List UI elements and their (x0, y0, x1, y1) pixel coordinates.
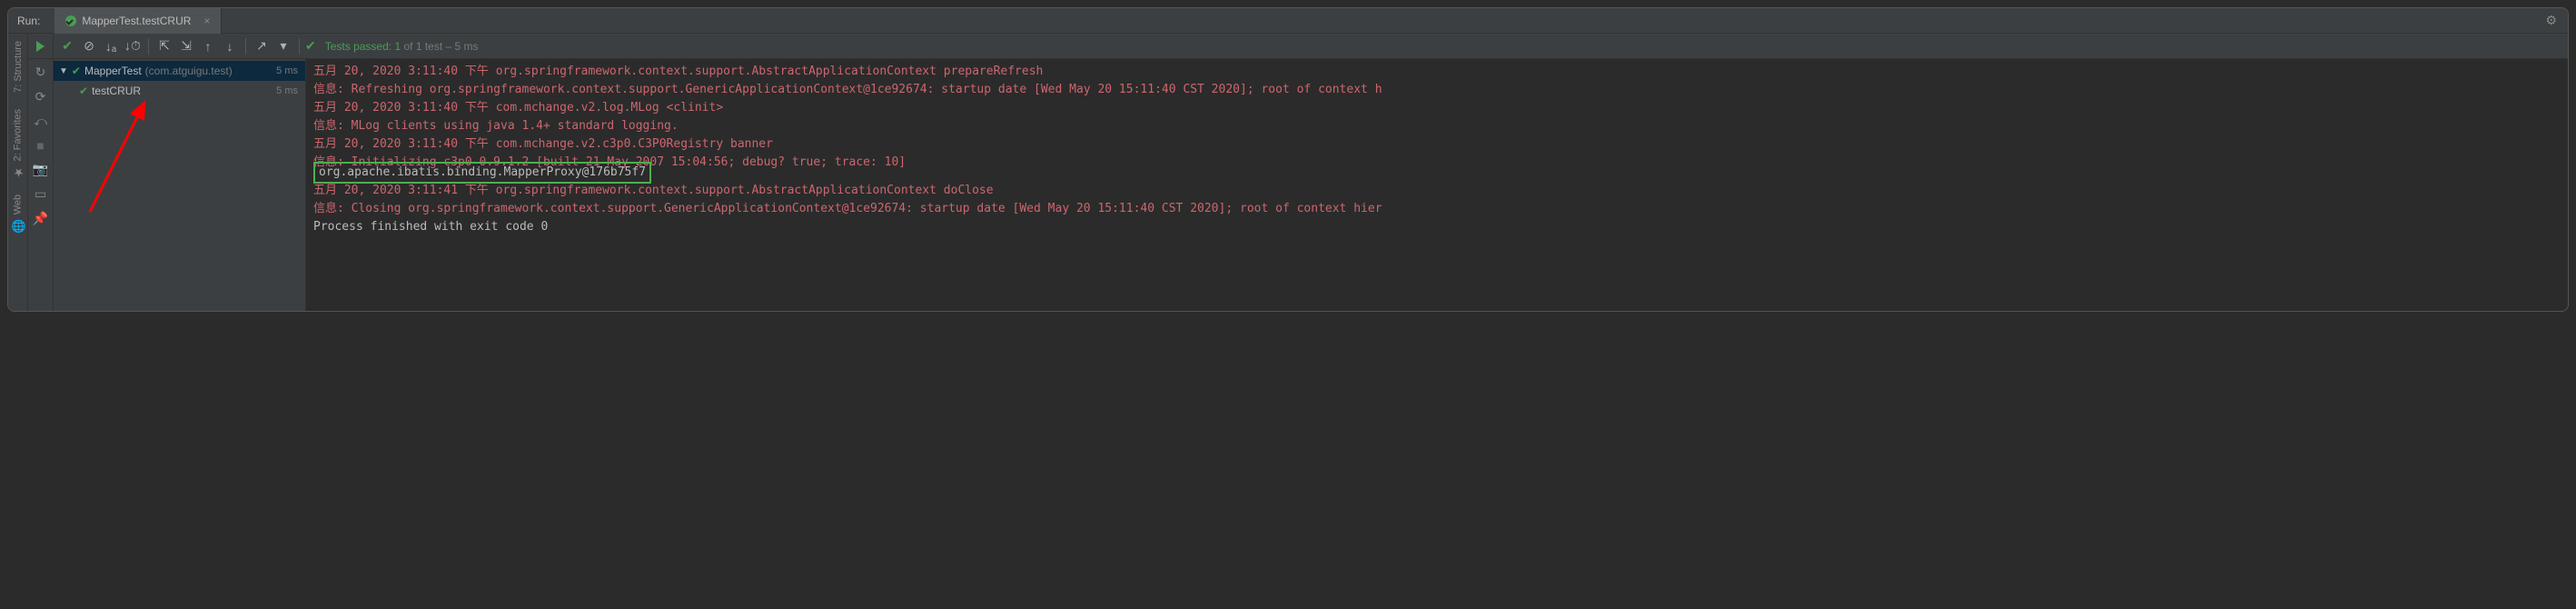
console-line: 五月 20, 2020 3:11:40 下午 org.springframewo… (313, 63, 2561, 81)
toolbar-buttons: ✔ ⊘ ↓ₐ ↓⏱ ⇱ ⇲ ↑ ↓ ↗ ▾ ✔ Tests passed: (54, 36, 482, 56)
run-controls: ↻ ⟳ ⤺ ■ 📷 ▭ 📌 (28, 59, 54, 311)
console-line: 五月 20, 2020 3:11:40 下午 com.mchange.v2.c3… (313, 135, 2561, 154)
prev-failed-button[interactable]: ↑ (198, 36, 218, 56)
sidebar-web[interactable]: 🌐 Web (11, 195, 25, 233)
separator (245, 38, 246, 55)
content-area: ✔ ⊘ ↓ₐ ↓⏱ ⇱ ⇲ ↑ ↓ ↗ ▾ ✔ Tests passed: (28, 34, 2568, 311)
filter-ignored-button[interactable]: ⊘ (79, 36, 99, 56)
star-icon: ★ (11, 165, 25, 178)
rerun-icon[interactable]: ↻ (35, 65, 46, 80)
sort-duration-button[interactable]: ↓⏱ (123, 36, 143, 56)
status-check-icon: ✔ (305, 38, 316, 54)
gear-icon[interactable]: ⚙ (2545, 13, 2557, 28)
dump-icon[interactable]: 📷 (33, 162, 48, 177)
collapse-all-button[interactable]: ⇲ (176, 36, 196, 56)
sidebar-structure[interactable]: 7: Structure (13, 41, 24, 93)
highlighted-output: org.apache.ibatis.binding.MapperProxy@17… (313, 162, 651, 184)
run-panel: Run: MapperTest.testCRUR × ⚙ 7: Structur… (7, 7, 2569, 312)
console-line: Process finished with exit code 0 (313, 218, 2561, 236)
run-tab[interactable]: MapperTest.testCRUR × (54, 8, 222, 34)
expand-all-button[interactable]: ⇱ (154, 36, 174, 56)
test-tree[interactable]: ▼ ✔ MapperTest (com.atguigu.test) 5 ms ✔… (54, 59, 306, 311)
run-label: Run: (17, 15, 40, 27)
export-button[interactable]: ↗ (252, 36, 272, 56)
play-icon (36, 41, 45, 52)
tree-child-row[interactable]: ✔ testCRUR 5 ms (54, 81, 305, 101)
pin-icon[interactable]: 📌 (33, 211, 48, 226)
history-button[interactable]: ▾ (273, 36, 293, 56)
panel-header: Run: MapperTest.testCRUR × ⚙ (8, 8, 2568, 34)
console-line: 信息: MLog clients using java 1.4+ standar… (313, 117, 2561, 135)
body-row: ↻ ⟳ ⤺ ■ 📷 ▭ 📌 ▼ ✔ MapperTest (com.atguig… (28, 59, 2568, 311)
console-highlighted-line: org.apache.ibatis.binding.MapperProxy@17… (313, 162, 2561, 184)
tree-root-label: MapperTest (84, 65, 142, 77)
test-toolbar: ✔ ⊘ ↓ₐ ↓⏱ ⇱ ⇲ ↑ ↓ ↗ ▾ ✔ Tests passed: (28, 34, 2568, 59)
close-icon[interactable]: × (203, 15, 210, 27)
annotation-arrow (81, 94, 163, 221)
tree-root-row[interactable]: ▼ ✔ MapperTest (com.atguigu.test) 5 ms (54, 61, 305, 81)
console-line: 五月 20, 2020 3:11:41 下午 org.springframewo… (313, 182, 2561, 200)
test-pass-icon (65, 15, 76, 26)
console-line: 信息: Closing org.springframework.context.… (313, 200, 2561, 218)
main-row: 7: Structure ★ 2: Favorites 🌐 Web ✔ ⊘ ↓ₐ (8, 34, 2568, 311)
toggle-auto-icon[interactable]: ⤺ (34, 114, 47, 129)
console-output[interactable]: 五月 20, 2020 3:11:40 下午 org.springframewo… (306, 59, 2568, 311)
check-icon: ✔ (72, 65, 81, 77)
sidebar-favorites[interactable]: ★ 2: Favorites (11, 109, 25, 178)
ide-left-sidebar: 7: Structure ★ 2: Favorites 🌐 Web (8, 34, 28, 311)
check-icon: ✔ (79, 85, 88, 97)
next-failed-button[interactable]: ↓ (220, 36, 240, 56)
separator (148, 38, 149, 55)
test-status: Tests passed: 1 of 1 test – 5 ms (325, 40, 479, 53)
layout-icon[interactable]: ▭ (35, 186, 46, 202)
sort-alpha-button[interactable]: ↓ₐ (101, 36, 121, 56)
filter-passed-button[interactable]: ✔ (57, 36, 77, 56)
tree-child-time: 5 ms (276, 85, 298, 96)
console-line: 信息: Refreshing org.springframework.conte… (313, 81, 2561, 99)
tree-root-time: 5 ms (276, 65, 298, 76)
rerun-failed-icon[interactable]: ⟳ (35, 89, 46, 105)
run-button[interactable] (28, 34, 54, 58)
chevron-down-icon[interactable]: ▼ (59, 66, 68, 76)
tab-label: MapperTest.testCRUR (82, 15, 191, 27)
tree-root-pkg: (com.atguigu.test) (145, 65, 233, 77)
stop-icon[interactable]: ■ (36, 138, 44, 153)
tree-child-label: testCRUR (92, 85, 141, 97)
globe-icon: 🌐 (11, 219, 25, 234)
separator (299, 38, 300, 55)
console-line: 五月 20, 2020 3:11:40 下午 com.mchange.v2.lo… (313, 99, 2561, 117)
